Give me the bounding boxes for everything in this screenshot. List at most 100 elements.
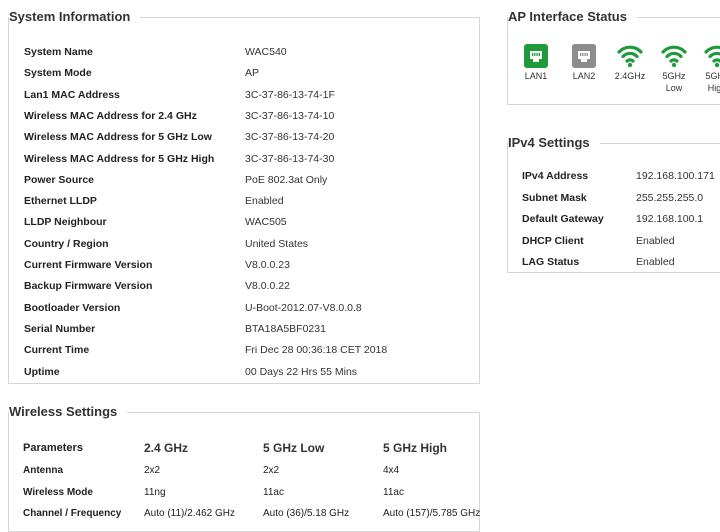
system-info-label: Lan1 MAC Address [24,88,120,101]
wireless-value: Auto (157)/5.785 GHz [383,508,481,519]
interface-sublabel: High [707,83,720,93]
wireless-row: Wireless Mode 11ng 11ac 11ac [9,482,479,504]
wireless-settings-title: Wireless Settings [9,404,128,420]
system-info-label: Current Firmware Version [24,259,153,271]
interface-label: LAN2 [572,71,596,81]
system-info-row: Current Time Fri Dec 28 00:36:18 CET 2018 [9,340,479,361]
ipv4-value: 192.168.100.171 [636,170,715,182]
wireless-column-header: Parameters [23,442,83,454]
wireless-column-header: 5 GHz High [383,441,448,455]
system-info-value: BTA18A5BF0231 [245,322,326,335]
ipv4-row: Subnet Mask 255.255.255.0 [508,188,720,209]
system-info-label: Country / Region [24,237,109,250]
interface-label: 2.4GHz [614,71,646,81]
system-info-value: 3C-37-86-13-74-10 [245,109,335,122]
wireless-column-header: 5 GHz Low [263,441,325,455]
wireless-value: 11ac [263,486,284,498]
system-info-label: Backup Firmware Version [24,280,153,293]
system-info-label: LLDP Neighbour [24,216,107,229]
system-info-label: Wireless MAC Address for 5 GHz Low [24,131,212,144]
ipv4-row: DHCP Client Enabled [508,231,720,252]
interface-3[interactable]: 2.4GHz [610,44,650,83]
interface-5[interactable]: 5GHz High [697,44,720,94]
ipv4-label: LAG Status [522,256,580,268]
system-info-value: Enabled [245,195,284,208]
wireless-label: Wireless Mode [23,486,93,498]
system-info-value: WAC540 [245,46,287,58]
system-info-value: 3C-37-86-13-74-30 [245,152,335,165]
ap-interface-status-panel: AP Interface Status LAN1 LAN2 2.4GHz 5GHz Lo… [507,9,720,105]
ipv4-settings-panel: IPv4 Settings IPv4 Address 192.168.100.17… [507,135,720,273]
interface-4[interactable]: 5GHz Low [654,44,694,94]
system-information-panel: System Information System Name WAC540 Syst… [8,9,480,384]
system-info-value: 3C-37-86-13-74-20 [245,131,335,144]
system-info-label: Bootloader Version [24,301,121,314]
wireless-label: Antenna [23,465,63,476]
ipv4-label: DHCP Client [522,234,584,247]
interface-sublabel: Low [665,83,683,93]
system-info-value: WAC505 [245,216,287,229]
wireless-value: Auto (36)/5.18 GHz [263,508,350,519]
system-info-row: Backup Firmware Version V8.0.0.22 [9,276,479,297]
system-info-value: V8.0.0.22 [245,280,290,293]
system-info-row: Lan1 MAC Address 3C-37-86-13-74-1F [9,85,479,106]
wireless-value: 2x2 [263,465,280,476]
system-info-value: V8.0.0.23 [245,259,290,271]
ethernet-port-icon [564,44,604,70]
ipv4-settings-title: IPv4 Settings [508,135,600,151]
wireless-row: Antenna 2x2 2x2 4x4 [9,460,479,482]
interface-label: LAN1 [524,71,548,81]
wifi-icon [654,44,694,70]
ipv4-label: Subnet Mask [522,191,587,204]
wifi-icon [610,44,650,70]
wireless-value: 2x2 [144,465,161,476]
ipv4-row: IPv4 Address 192.168.100.171 [508,166,720,187]
ap-interface-status-title: AP Interface Status [508,9,637,25]
wireless-settings-panel: Wireless Settings Parameters 2.4 GHz 5 GHz… [8,404,481,532]
ipv4-label: Default Gateway [522,213,604,225]
wifi-icon [697,44,720,70]
interface-1[interactable]: LAN1 [516,44,556,83]
system-info-row: LLDP Neighbour WAC505 [9,212,479,233]
ipv4-row: LAG Status Enabled [508,252,720,273]
system-info-row: Power Source PoE 802.3at Only [9,170,479,191]
system-info-row: Current Firmware Version V8.0.0.23 [9,255,479,276]
system-info-label: Wireless MAC Address for 5 GHz High [24,152,215,165]
system-info-row: System Name WAC540 [9,42,479,63]
ipv4-label: IPv4 Address [522,170,589,182]
system-info-value: United States [245,237,309,250]
wireless-label: Channel / Frequency [23,508,122,519]
ipv4-row: Default Gateway 192.168.100.1 [508,209,720,230]
system-info-row: Wireless MAC Address for 5 GHz Low 3C-37-… [9,127,479,148]
wireless-value: 11ng [144,486,166,498]
system-info-label: System Name [24,46,93,58]
wireless-value: Auto (11)/2.462 GHz [144,508,235,519]
system-info-row: Wireless MAC Address for 2.4 GHz 3C-37-86… [9,106,479,127]
system-info-label: System Mode [24,67,92,80]
system-info-value: PoE 802.3at Only [245,173,328,186]
interface-2[interactable]: LAN2 [564,44,604,83]
system-info-row: Uptime 00 Days 22 Hrs 55 Mins [9,362,479,383]
system-info-label: Serial Number [24,322,96,335]
wireless-value: 4x4 [383,465,400,476]
system-info-row: Country / Region United States [9,234,479,255]
wireless-value: 11ac [383,486,404,498]
system-info-label: Wireless MAC Address for 2.4 GHz [24,109,197,122]
ipv4-value: Enabled [636,234,675,247]
ipv4-value: 255.255.255.0 [636,191,704,204]
system-info-row: System Mode AP [9,63,479,84]
system-info-row: Wireless MAC Address for 5 GHz High 3C-37… [9,149,479,170]
interface-label: 5GHz [705,71,720,81]
system-info-value: AP [245,67,260,80]
system-info-row: Bootloader Version U-Boot-2012.07-V8.0.0.… [9,298,479,319]
system-info-label: Current Time [24,344,90,357]
system-info-value: 00 Days 22 Hrs 55 Mins [245,365,358,378]
interface-icons: LAN1 LAN2 2.4GHz 5GHz Low 5GHz High [516,44,720,104]
ipv4-value: 192.168.100.1 [636,213,704,225]
system-information-title: System Information [9,9,141,25]
interface-label: 5GHz [662,71,686,81]
ipv4-value: Enabled [636,256,675,268]
system-info-value: U-Boot-2012.07-V8.0.0.8 [245,301,362,314]
system-info-value: 3C-37-86-13-74-1F [245,88,335,101]
system-info-value: Fri Dec 28 00:36:18 CET 2018 [245,344,388,357]
